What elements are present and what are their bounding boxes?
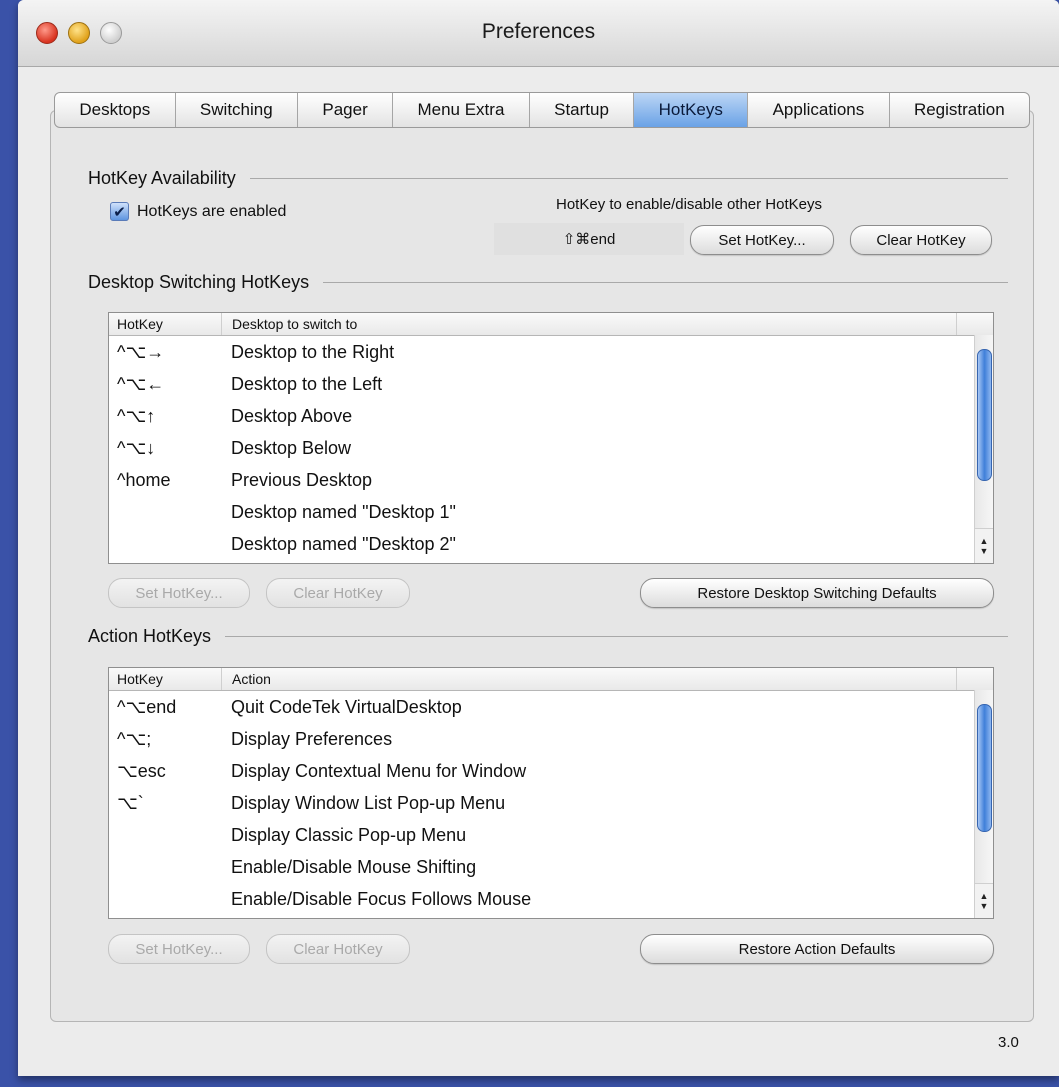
hotkey-cell: ^home (117, 469, 171, 490)
action-cell: Previous Desktop (231, 469, 373, 490)
tab-startup[interactable]: Startup (530, 93, 635, 127)
hotkeys-enabled-label: HotKeys are enabled (137, 202, 287, 220)
action-cell: Desktop Below (231, 437, 352, 458)
table-row[interactable]: ^⌥← Desktop to the Left (109, 368, 993, 400)
table-row[interactable]: ^⌥end Quit CodeTek VirtualDesktop (109, 691, 993, 723)
divider (323, 282, 1008, 283)
action-cell: Display Classic Pop-up Menu (231, 824, 467, 845)
actions-table-header: HotKey Action (109, 668, 993, 691)
version-label: 3.0 (998, 1034, 1019, 1051)
scroll-up-icon[interactable]: ▲ (980, 536, 989, 546)
action-cell: Display Preferences (231, 728, 393, 749)
set-toggle-hotkey-button[interactable]: Set HotKey... (690, 225, 834, 255)
action-cell: Desktop to the Right (231, 341, 395, 362)
switching-heading: Desktop Switching HotKeys (88, 272, 1008, 293)
tab-switching[interactable]: Switching (176, 93, 299, 127)
restore-switching-defaults-button[interactable]: Restore Desktop Switching Defaults (640, 578, 994, 608)
clear-action-hotkey-button[interactable]: Clear HotKey (266, 934, 410, 964)
scroll-down-icon[interactable]: ▼ (980, 901, 989, 911)
restore-action-defaults-button[interactable]: Restore Action Defaults (640, 934, 994, 964)
scrollbar-thumb[interactable] (977, 349, 992, 481)
hotkey-cell: ^⌥end (117, 696, 177, 717)
switching-table[interactable]: HotKey Desktop to switch to ^⌥→ Desktop t… (108, 312, 994, 564)
tab-pager[interactable]: Pager (298, 93, 394, 127)
action-cell: Enable/Disable Focus Follows Mouse (231, 888, 532, 909)
table-row[interactable]: ⌥esc Display Contextual Menu for Window (109, 755, 993, 787)
column-header-action[interactable]: Action (222, 668, 957, 690)
action-cell: Desktop named "Desktop 1" (231, 501, 456, 522)
table-row[interactable]: ^⌥; Display Preferences (109, 723, 993, 755)
tab-hotkeys[interactable]: HotKeys (634, 93, 749, 127)
tab-menu-extra[interactable]: Menu Extra (393, 93, 530, 127)
toggle-hotkey-label: HotKey to enable/disable other HotKeys (556, 196, 822, 213)
scroll-up-icon[interactable]: ▲ (980, 891, 989, 901)
hotkeys-enabled-checkbox[interactable]: ✔ (110, 202, 129, 221)
divider (225, 636, 1008, 637)
action-cell: Enable/Disable Mouse Shifting (231, 856, 477, 877)
column-header-desktop[interactable]: Desktop to switch to (222, 313, 957, 335)
divider (249, 178, 1008, 179)
table-row[interactable]: ^⌥↑ Desktop Above (109, 400, 993, 432)
actions-heading: Action HotKeys (88, 626, 1008, 647)
switching-table-header: HotKey Desktop to switch to (109, 313, 993, 336)
scroll-arrows[interactable]: ▲ ▼ (975, 883, 993, 918)
table-row[interactable]: Display Classic Pop-up Menu (109, 819, 993, 851)
column-header-hotkey[interactable]: HotKey (109, 313, 222, 335)
set-action-hotkey-button[interactable]: Set HotKey... (108, 934, 250, 964)
scroll-arrows[interactable]: ▲ ▼ (975, 528, 993, 563)
window-title: Preferences (481, 20, 596, 43)
scrollbar-thumb[interactable] (977, 704, 992, 832)
table-row[interactable]: ^⌥↓ Desktop Below (109, 432, 993, 464)
table-row[interactable]: Enable/Disable Focus Follows Mouse (109, 883, 993, 915)
action-cell: Quit CodeTek VirtualDesktop (231, 696, 462, 717)
column-header-spacer (957, 668, 993, 690)
hotkey-cell: ^⌥; (117, 728, 152, 749)
table-row[interactable]: Desktop named "Desktop 2" (109, 528, 993, 560)
hotkey-cell: ^⌥↓ (117, 437, 156, 458)
table-row[interactable]: ⌥` Display Window List Pop-up Menu (109, 787, 993, 819)
availability-heading-text: HotKey Availability (88, 168, 236, 188)
actions-table[interactable]: HotKey Action ^⌥end Quit CodeTek VirtualD… (108, 667, 994, 919)
set-switching-hotkey-button[interactable]: Set HotKey... (108, 578, 250, 608)
availability-heading: HotKey Availability (88, 168, 1008, 189)
column-header-spacer (957, 313, 993, 335)
hotkeys-enabled-row[interactable]: ✔ HotKeys are enabled (110, 202, 286, 221)
table-row[interactable]: ^home Previous Desktop (109, 464, 993, 496)
table-row[interactable]: Desktop named "Desktop 1" (109, 496, 993, 528)
scroll-down-icon[interactable]: ▼ (980, 546, 989, 556)
clear-toggle-hotkey-button[interactable]: Clear HotKey (850, 225, 992, 255)
switching-scrollbar[interactable]: ▲ ▼ (974, 335, 993, 563)
tab-registration[interactable]: Registration (890, 93, 1029, 127)
hotkey-cell: ⌥` (117, 792, 144, 813)
tab-applications[interactable]: Applications (748, 93, 890, 127)
table-row[interactable]: ^⌥→ Desktop to the Right (109, 336, 993, 368)
hotkey-cell: ^⌥← (117, 373, 165, 394)
action-cell: Desktop to the Left (231, 373, 383, 394)
clear-switching-hotkey-button[interactable]: Clear HotKey (266, 578, 410, 608)
switching-heading-text: Desktop Switching HotKeys (88, 272, 310, 292)
title-bar[interactable]: Preferences (18, 0, 1059, 67)
action-cell: Display Window List Pop-up Menu (231, 792, 506, 813)
hotkey-cell: ^⌥→ (117, 341, 165, 362)
hotkey-cell: ⌥esc (117, 760, 166, 781)
hotkey-cell: ^⌥↑ (117, 405, 156, 426)
action-cell: Desktop Above (231, 405, 353, 426)
table-row[interactable]: Enable/Disable Mouse Shifting (109, 851, 993, 883)
column-header-hotkey[interactable]: HotKey (109, 668, 222, 690)
preferences-window: Preferences Desktops Switching Pager Men… (18, 0, 1059, 1076)
tab-desktops[interactable]: Desktops (55, 93, 176, 127)
tab-bar: Desktops Switching Pager Menu Extra Star… (54, 92, 1030, 128)
action-cell: Display Contextual Menu for Window (231, 760, 527, 781)
action-cell: Desktop named "Desktop 2" (231, 533, 456, 554)
actions-heading-text: Action HotKeys (88, 626, 212, 646)
toggle-hotkey-field[interactable]: ⇧⌘end (494, 223, 684, 255)
actions-scrollbar[interactable]: ▲ ▼ (974, 690, 993, 918)
